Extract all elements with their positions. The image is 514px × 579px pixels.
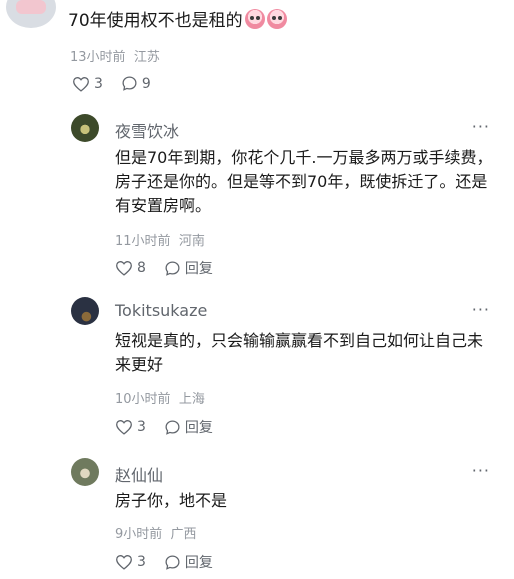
avatar[interactable] — [71, 458, 99, 486]
heart-icon — [73, 76, 89, 92]
reply-button[interactable]: 回复 — [164, 258, 213, 278]
reply-item: 夜雪饮冰 ··· 但是70年到期，你花个几千.一万最多两万或手续费，房子还是你的… — [68, 114, 508, 284]
like-count: 3 — [137, 419, 146, 435]
reply-count: 9 — [141, 75, 151, 92]
reply-label: 回复 — [184, 261, 213, 277]
reply-text: 房子你，地不是 — [115, 491, 228, 510]
like-button[interactable]: 8 — [115, 260, 146, 276]
reply-label: 回复 — [184, 420, 213, 436]
username[interactable]: Tokitsukaze — [115, 301, 207, 320]
timestamp: 13小时前 — [70, 50, 126, 65]
reply-meta: 11小时前 河南 — [115, 230, 205, 249]
heart-icon — [116, 261, 132, 276]
like-button[interactable]: 3 — [115, 554, 146, 570]
timestamp: 10小时前 — [115, 392, 171, 407]
like-button[interactable]: 3 — [72, 76, 103, 92]
more-dots-icon[interactable]: ··· — [472, 117, 490, 136]
comment-meta: 13小时前 江苏 — [70, 46, 160, 65]
reply-text: 但是70年到期，你花个几千.一万最多两万或手续费，房子还是你的。但是等不到70年… — [115, 148, 493, 215]
comment-text: 70年使用权不也是租的 — [68, 9, 287, 33]
reply-text: 短视是真的，只会输输赢赢看不到自己如何让自己未来更好 — [115, 331, 484, 374]
reply-meta: 9小时前 广西 — [115, 523, 197, 542]
avatar[interactable] — [71, 297, 99, 325]
reply-label: 回复 — [184, 555, 213, 571]
location: 河南 — [178, 234, 205, 249]
timestamp: 11小时前 — [115, 234, 171, 249]
reply-meta: 10小时前 上海 — [115, 388, 205, 407]
timestamp: 9小时前 — [115, 527, 163, 542]
location: 上海 — [178, 392, 205, 407]
reply-button[interactable]: 回复 — [164, 552, 213, 572]
reply-actions: 8 回复 — [115, 258, 231, 278]
username[interactable]: 夜雪饮冰 — [115, 118, 179, 142]
avatar[interactable] — [6, 0, 56, 28]
reply-actions: 3 回复 — [115, 552, 231, 572]
comment-bubble-icon — [165, 554, 180, 570]
comment-bubble-icon — [165, 260, 180, 276]
location: 广西 — [170, 527, 197, 542]
username[interactable]: 赵仙仙 — [115, 462, 163, 486]
like-count: 3 — [94, 75, 103, 92]
more-dots-icon[interactable]: ··· — [472, 300, 490, 319]
crying-face-emoji-icon — [244, 9, 265, 29]
comment-content: 70年使用权不也是租的 — [68, 11, 243, 31]
comment-bubble-icon — [122, 76, 137, 91]
like-count: 8 — [137, 260, 146, 276]
reply-actions: 3 回复 — [115, 417, 231, 437]
reply-item: Tokitsukaze ··· 短视是真的，只会输输赢赢看不到自己如何让自己未来… — [68, 297, 508, 442]
comment-actions: 3 9 — [72, 75, 169, 92]
location: 江苏 — [133, 50, 160, 65]
reply-item: 赵仙仙 ··· 房子你，地不是 9小时前 广西 3 回复 — [68, 458, 508, 576]
comment-button[interactable]: 9 — [121, 75, 151, 92]
like-button[interactable]: 3 — [115, 419, 146, 435]
like-count: 3 — [137, 554, 146, 570]
more-dots-icon[interactable]: ··· — [472, 461, 490, 480]
reply-button[interactable]: 回复 — [164, 417, 213, 437]
avatar[interactable] — [71, 114, 99, 142]
crying-face-emoji-icon — [266, 9, 287, 29]
comment-bubble-icon — [165, 419, 180, 435]
heart-icon — [116, 555, 132, 570]
heart-icon — [116, 420, 132, 435]
